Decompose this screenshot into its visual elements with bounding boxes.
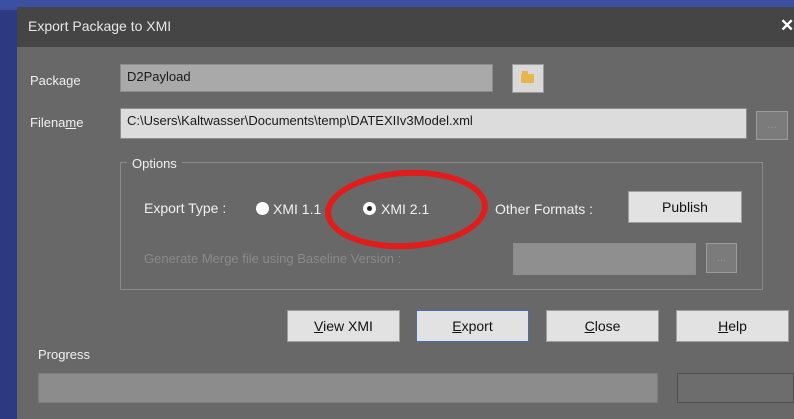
progress-label: Progress	[38, 347, 91, 362]
options-legend: Options	[127, 156, 182, 171]
filename-label: Filename	[30, 115, 84, 130]
progress-bar	[38, 373, 658, 403]
progress-status-box	[677, 373, 794, 403]
filename-browse-button[interactable]: ...	[756, 111, 788, 140]
view-xmi-button[interactable]: View XMI	[287, 310, 400, 342]
close-button[interactable]: Close	[546, 310, 659, 342]
export-type-label: Export Type :	[144, 200, 227, 216]
other-formats-label: Other Formats :	[495, 201, 594, 217]
publish-button[interactable]: Publish	[628, 191, 742, 223]
radio-xmi11[interactable]	[256, 202, 269, 215]
package-field: D2Payload	[120, 64, 493, 92]
folder-icon	[521, 71, 534, 83]
window-title: Export Package to XMI	[28, 18, 172, 34]
export-dialog: Export Package to XMI ✕ Package D2Payloa…	[17, 7, 794, 419]
radio-xmi11-label[interactable]: XMI 1.1	[273, 201, 321, 217]
merge-browse-button[interactable]: ...	[706, 243, 737, 273]
package-label: Package	[30, 73, 81, 88]
close-icon[interactable]: ✕	[780, 16, 794, 36]
filename-value: C:\Users\Kaltwasser\Documents\temp\DATEX…	[127, 113, 473, 128]
export-button[interactable]: Export	[416, 310, 529, 342]
merge-label: Generate Merge file using Baseline Versi…	[144, 251, 402, 266]
package-value: D2Payload	[127, 69, 191, 84]
merge-input[interactable]	[513, 243, 696, 275]
title-bar: Export Package to XMI ✕	[17, 7, 794, 47]
filename-input[interactable]: C:\Users\Kaltwasser\Documents\temp\DATEX…	[120, 108, 747, 139]
package-browse-button[interactable]	[512, 64, 544, 93]
help-button[interactable]: Help	[676, 310, 789, 342]
